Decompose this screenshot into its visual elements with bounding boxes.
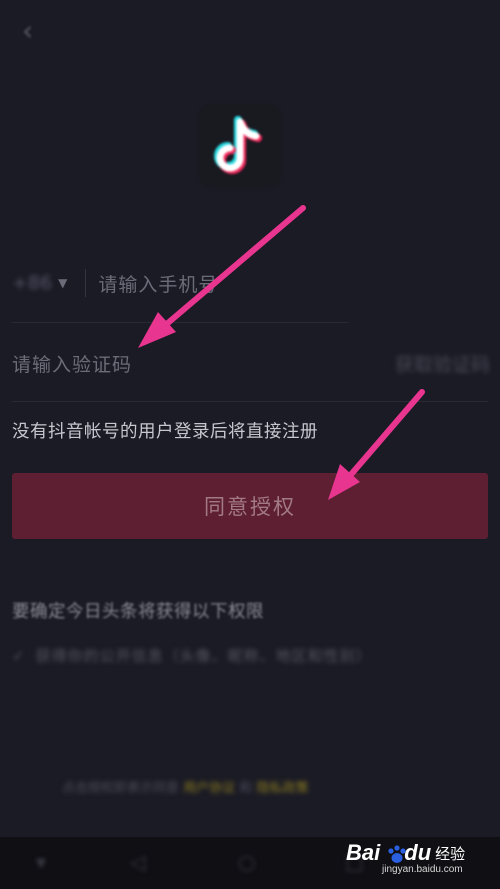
check-icon: ✓ [12,646,26,665]
back-button[interactable]: ‹ [22,17,48,45]
app-logo [188,100,292,192]
permissions-title: 要确定今日头条将获得以下权限 [12,602,264,622]
country-code-selector[interactable]: +86 [12,272,52,294]
permission-text: 获得你的公开信息（头像、昵称、地区和性别） [35,647,372,665]
register-notice: 没有抖音帐号的用户登录后将直接注册 [12,422,318,442]
terms-text: 点击授权即表示同意 用户协议 和 隐私政策 [62,777,308,796]
divider [85,269,87,297]
phone-row: +86 ▼ 请输入手机号 [12,258,352,308]
tiktok-note-icon [214,116,262,174]
verification-code-input[interactable]: 请输入验证码 [12,350,132,377]
watermark-brand-left: Bai [346,840,381,865]
back-triangle-icon[interactable]: ◁ [130,850,145,874]
user-agreement-link[interactable]: 用户协议 [183,781,235,796]
verification-row: 请输入验证码 获取验证码 [12,340,490,386]
divider [12,322,348,323]
watermark-brand-right: du [404,840,432,865]
watermark-brand-cn: 经验 [435,844,466,863]
agree-authorize-button[interactable]: 同意授权 [12,473,488,539]
terms-middle: 和 [239,781,253,796]
baidu-jingyan-watermark: Bai du 经验 jingyan.baidu.com [346,840,486,886]
terms-prefix: 点击授权即表示同意 [62,781,180,796]
caret-down-icon[interactable]: ▼ [58,276,67,290]
home-circle-icon[interactable]: ○ [238,850,255,874]
paw-icon [388,845,406,863]
permission-item: ✓ 获得你的公开信息（头像、昵称、地区和性别） [12,645,372,666]
phone-input[interactable]: 请输入手机号 [98,270,218,297]
chevron-left-icon: ‹ [22,14,34,47]
get-code-button[interactable]: 获取验证码 [395,350,490,377]
menu-icon[interactable]: ▾ [36,850,46,874]
divider [12,401,488,402]
privacy-policy-link[interactable]: 隐私政策 [256,781,308,796]
